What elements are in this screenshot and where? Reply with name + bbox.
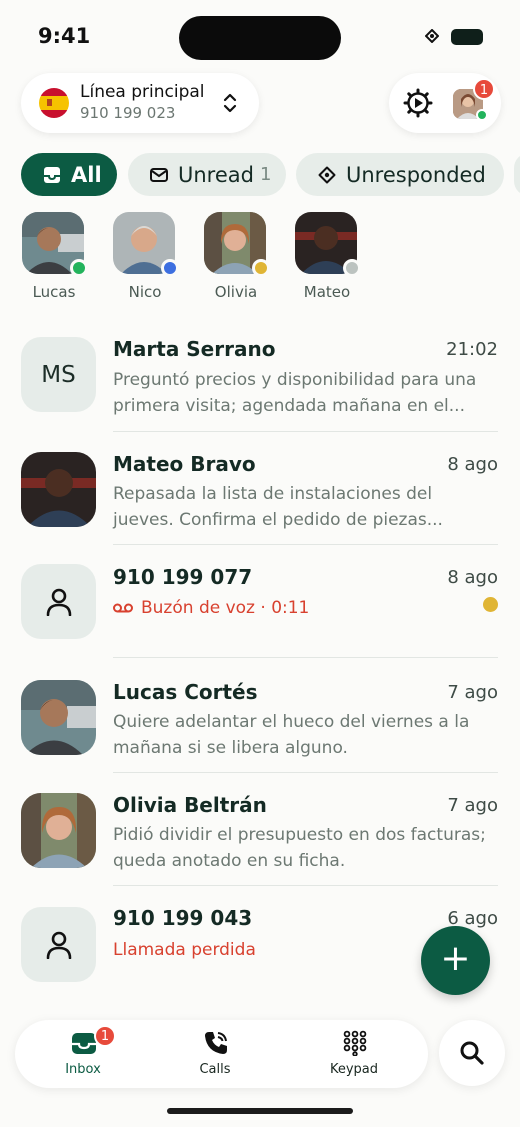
filter-unread-label: Unread (178, 162, 254, 187)
conversation-row[interactable]: Mateo Bravo 8 ago Repasada la lista de i… (0, 432, 520, 545)
chevron-up-down-icon (223, 93, 237, 113)
inbox-icon (44, 166, 60, 183)
conversation-preview: Buzón de voz · 0:11 (113, 595, 493, 621)
recent-contact[interactable]: Mateo (295, 212, 361, 301)
conversation-title: 910 199 077 (113, 565, 253, 589)
voicemail-icon (113, 603, 133, 613)
conversation-time: 8 ago (447, 454, 498, 475)
presence-dot (70, 259, 88, 277)
dynamic-island (179, 16, 341, 60)
line-name: Línea principal (80, 82, 205, 102)
filter-all-label: All (71, 162, 102, 187)
settings-profile-pill: 1 (389, 73, 501, 133)
line-selector[interactable]: Línea principal 910 199 023 (21, 73, 259, 133)
contact-avatar (21, 680, 96, 755)
contact-name: Nico (128, 283, 162, 301)
contact-avatar (21, 907, 96, 982)
status-bar: 9:41 (0, 0, 520, 70)
contact-avatar (21, 793, 96, 868)
conversation-title: 910 199 043 (113, 906, 253, 930)
diamond-dot-icon (318, 166, 336, 183)
search-button[interactable] (439, 1020, 505, 1086)
conversation-row[interactable]: Lucas Cortés 7 ago Quiere adelantar el h… (0, 660, 520, 773)
recent-contact[interactable]: Lucas (22, 212, 88, 301)
filter-unresponded-label: Unresponded (346, 162, 486, 187)
search-icon (460, 1041, 484, 1065)
filter-unresponded[interactable]: Unresponded (296, 153, 504, 196)
bottom-tab-bar: 1 Inbox Calls Keypad (15, 1020, 428, 1088)
conversation-row[interactable]: MS Marta Serrano 21:02 Preguntó precios … (0, 319, 520, 432)
person-icon (46, 931, 72, 959)
conversation-title: Marta Serrano (113, 337, 276, 361)
settings-gear-icon[interactable] (403, 88, 433, 118)
battery-icon (451, 29, 483, 45)
unread-dot (483, 597, 498, 612)
voicemail-label: Buzón de voz · 0:11 (141, 598, 310, 618)
tab-keypad[interactable]: Keypad (294, 1020, 414, 1088)
tab-keypad-label: Keypad (329, 1062, 379, 1077)
conversation-preview: Repasada la lista de instalaciones del j… (113, 484, 443, 530)
status-time: 9:41 (38, 24, 91, 48)
filter-unread-count: 1 (259, 164, 272, 185)
location-icon (425, 29, 439, 43)
contact-avatar (21, 452, 96, 527)
keypad-icon (343, 1030, 367, 1056)
tab-inbox-label: Inbox (65, 1062, 101, 1077)
new-conversation-button[interactable]: + (421, 926, 490, 995)
tab-calls-label: Calls (199, 1062, 231, 1077)
conversation-title: Lucas Cortés (113, 680, 258, 704)
conversation-preview: Preguntó precios y disponibilidad para u… (113, 370, 477, 416)
tab-inbox[interactable]: 1 Inbox (23, 1020, 143, 1088)
avatar-initials: MS (41, 361, 76, 388)
conversation-time: 7 ago (447, 682, 498, 703)
recent-contact[interactable]: Nico (113, 212, 179, 301)
filter-all[interactable]: All (21, 153, 117, 196)
conversation-time: 7 ago (447, 795, 498, 816)
presence-dot (161, 259, 179, 277)
spain-flag-icon (39, 88, 69, 118)
phone-icon (205, 1032, 227, 1054)
filter-more[interactable] (514, 153, 520, 196)
presence-dot (343, 259, 361, 277)
home-indicator (167, 1108, 353, 1114)
presence-dot (252, 259, 270, 277)
conversation-title: Mateo Bravo (113, 452, 256, 476)
contact-name: Mateo (303, 283, 351, 301)
conversation-title: Olivia Beltrán (113, 793, 267, 817)
envelope-icon (150, 167, 168, 182)
tab-calls[interactable]: Calls (155, 1020, 275, 1088)
plus-icon: + (440, 938, 471, 979)
person-icon (46, 588, 72, 616)
contact-name: Olivia (214, 283, 258, 301)
notification-badge: 1 (473, 78, 495, 100)
contact-name: Lucas (32, 283, 76, 301)
conversation-preview: Quiere adelantar el hueco del viernes a … (113, 712, 470, 758)
recent-contact[interactable]: Olivia (204, 212, 270, 301)
filter-unread[interactable]: Unread 1 (128, 153, 286, 196)
conversation-preview: Pidió dividir el presupuesto en dos fact… (113, 825, 486, 871)
inbox-badge: 1 (94, 1025, 116, 1047)
online-status-dot (476, 109, 488, 121)
conversation-row[interactable]: Olivia Beltrán 7 ago Pidió dividir el pr… (0, 773, 520, 886)
contact-avatar: MS (21, 337, 96, 412)
contact-avatar (21, 564, 96, 639)
conversation-row[interactable]: 910 199 077 8 ago Buzón de voz · 0:11 (0, 545, 520, 658)
conversation-time: 21:02 (446, 339, 498, 360)
conversation-time: 8 ago (447, 567, 498, 588)
divider (113, 657, 498, 658)
line-number: 910 199 023 (80, 104, 176, 122)
